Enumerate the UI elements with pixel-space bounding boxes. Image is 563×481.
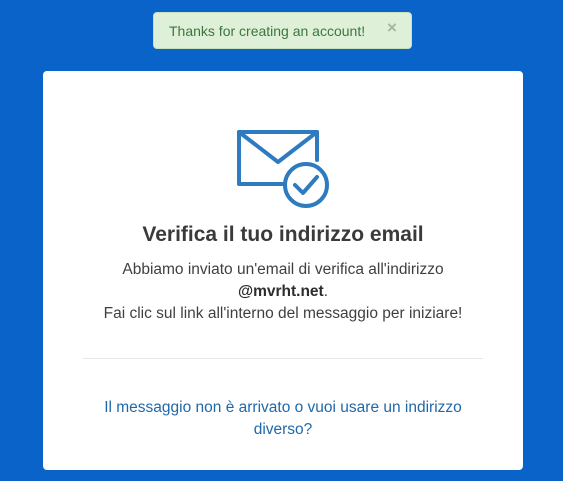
divider — [83, 358, 483, 359]
resend-or-change-email-link[interactable]: Il messaggio non è arrivato o vuoi usare… — [87, 397, 479, 441]
email-suffix: . — [323, 283, 329, 300]
message-line-3: Fai clic sul link all'interno del messag… — [103, 305, 463, 322]
message-line-2: @mvrht.net. — [43, 281, 523, 303]
toast-message: Thanks for creating an account! — [169, 23, 366, 39]
email-address: @mvrht.net — [237, 283, 324, 300]
verification-card: Verifica il tuo indirizzo email Abbiamo … — [43, 71, 523, 470]
verification-message: Abbiamo inviato un'email di verifica all… — [43, 259, 523, 325]
close-icon[interactable]: × — [386, 19, 398, 36]
page-title: Verifica il tuo indirizzo email — [142, 223, 424, 246]
envelope-check-icon — [237, 130, 329, 208]
message-line-1: Abbiamo inviato un'email di verifica all… — [122, 261, 444, 278]
success-toast: Thanks for creating an account! × — [153, 12, 412, 49]
